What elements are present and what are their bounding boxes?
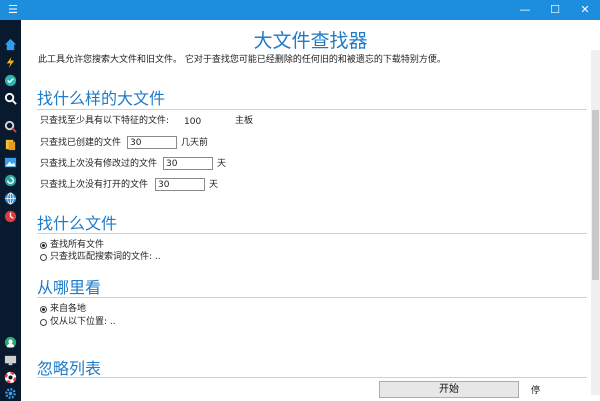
lifebuoy-icon[interactable] [3,370,17,384]
globe-icon[interactable] [3,191,17,205]
main-panel: 大文件查找器 此工具允许您搜索大文件和旧文件。 它对于查找您可能已经删除的任何旧… [21,20,600,401]
user-icon[interactable] [3,335,17,349]
section-divider [37,109,587,110]
checkmark-icon[interactable] [3,73,17,87]
min-size-unit: 主板 [235,116,254,126]
scrollbar-thumb[interactable] [592,110,599,280]
radio-dot [40,253,47,261]
row-modified-label: 只查找上次没有修改过的文件 [40,159,158,169]
menu-icon[interactable]: ☰ [8,3,18,16]
sidebar [0,20,21,401]
section-title-what-files: 找什么文件 [37,214,118,233]
modified-days-input[interactable] [163,157,213,170]
created-days-input[interactable] [127,136,177,149]
row-opened-label: 只查找上次没有打开的文件 [40,180,149,190]
lightning-icon[interactable] [3,55,17,69]
section-title-where: 从哪里看 [37,278,102,297]
title-bar: ☰ — ☐ ✕ [0,0,600,20]
row-min-size-label: 只查找至少具有以下特征的文件: [40,116,170,126]
page-title: 大文件查找器 [253,30,368,52]
section-title-ignore-list: 忽略列表 [37,359,102,378]
radio-label: 来自各地 [50,304,87,314]
start-button[interactable]: 开始 [379,381,519,398]
minimize-icon[interactable]: — [510,0,540,20]
radio-matching-files[interactable]: 只查找匹配搜索词的文件: .. [40,251,161,263]
home-icon[interactable] [3,37,17,51]
radio-specific-locations[interactable]: 仅从以下位置: .. [40,316,116,328]
section-divider [37,297,587,298]
section-divider [37,377,587,378]
radio-dot [40,305,47,313]
opened-days-input[interactable] [155,178,205,191]
radio-everywhere[interactable]: 来自各地 [40,303,86,315]
monitor-icon[interactable] [3,353,17,367]
created-days-unit: 几天前 [181,138,209,148]
page-description: 此工具允许您搜索大文件和旧文件。 它对于查找您可能已经删除的任何旧的和被遗忘的下… [38,55,446,65]
search-icon[interactable] [3,91,17,105]
min-size-input[interactable] [181,115,229,128]
documents-icon[interactable] [3,137,17,151]
opened-days-unit: 天 [209,180,219,190]
modified-days-unit: 天 [217,159,227,169]
image-icon[interactable] [3,155,17,169]
stop-button[interactable]: 停 [531,383,540,396]
row-created-label: 只查找已创建的文件 [40,138,122,148]
maximize-icon[interactable]: ☐ [540,0,570,20]
radio-all-files[interactable]: 查找所有文件 [40,239,104,251]
section-divider [37,233,587,234]
close-icon[interactable]: ✕ [570,0,600,20]
radio-dot [40,318,47,326]
radio-label: 只查找匹配搜索词的文件: .. [50,252,161,262]
radio-label: 仅从以下位置: .. [50,317,116,327]
scrollbar[interactable] [591,50,600,395]
radio-dot [40,241,47,249]
gear-icon[interactable] [3,386,17,400]
section-title-what-large-files: 找什么样的大文件 [37,89,166,108]
radio-label: 查找所有文件 [50,240,105,250]
clock-icon[interactable] [3,209,17,223]
magnifier-icon[interactable] [3,119,17,133]
refresh-icon[interactable] [3,173,17,187]
